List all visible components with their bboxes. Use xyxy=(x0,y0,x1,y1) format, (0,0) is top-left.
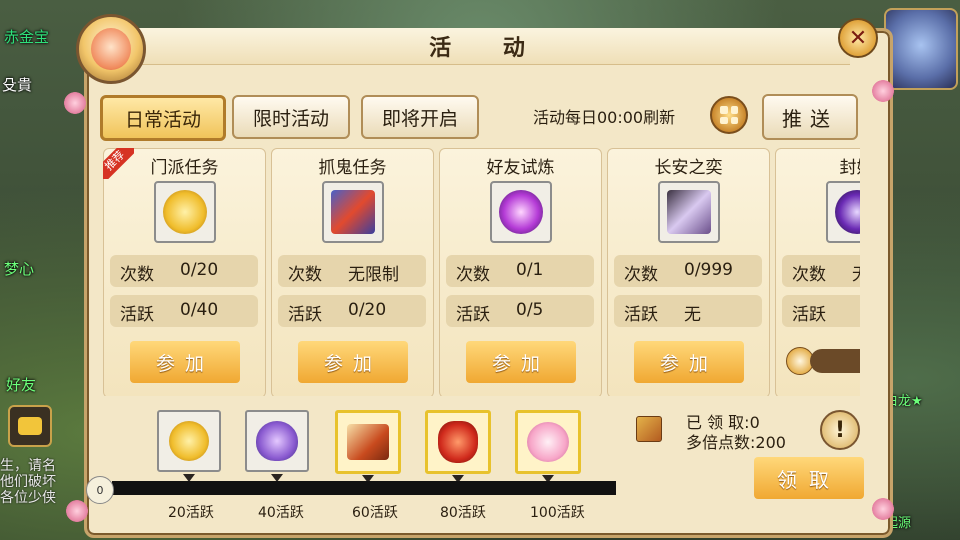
multiplier-points: 多倍点数:200 xyxy=(686,433,786,452)
chat-icon[interactable] xyxy=(8,405,52,447)
bg-text-1: 殳貴 xyxy=(2,76,33,94)
activity-card-list[interactable]: 推荐 门派任务 次数 0/20 活跃 0/40 参加 抓鬼任务 次数 无限制 活跃 0/… xyxy=(103,148,860,396)
active-row: 活跃 0/5 xyxy=(446,295,594,327)
reward-red-bag-icon[interactable] xyxy=(425,410,491,483)
grid-menu-icon[interactable] xyxy=(710,96,748,134)
ghost-card-icon[interactable] xyxy=(322,181,384,243)
multiplier-gift-icon xyxy=(636,416,662,442)
bg-text-3: 好友 xyxy=(6,376,37,394)
active-row: 活跃 0/40 xyxy=(110,295,258,327)
chat-line: 生，请名 xyxy=(0,458,56,474)
panel-emblem-icon xyxy=(76,14,146,84)
card-title: 长安之奕 xyxy=(654,158,723,178)
milestone-label: 20活跃 xyxy=(168,505,214,521)
tab-upcoming[interactable]: 即将开启 xyxy=(361,95,479,139)
tab-limited-activity[interactable]: 限时活动 xyxy=(232,95,350,139)
join-button[interactable]: 参加 xyxy=(298,341,408,383)
coin-icon[interactable] xyxy=(154,181,216,243)
reward-pig-icon[interactable] xyxy=(515,410,581,483)
activity-card: 封妖 次数无 活跃 xyxy=(775,148,860,396)
card-title: 抓鬼任务 xyxy=(318,158,387,178)
milestone-label: 60活跃 xyxy=(352,505,398,521)
chess-spirit-icon[interactable] xyxy=(658,181,720,243)
milestone-label: 80活跃 xyxy=(440,505,486,521)
active-row: 活跃 0/20 xyxy=(278,295,426,327)
count-row: 次数 0/999 xyxy=(614,255,762,287)
timer-bar xyxy=(810,349,860,373)
join-button[interactable]: 参加 xyxy=(466,341,576,383)
claim-button[interactable]: 领取 xyxy=(754,457,864,499)
count-row: 次数 无限制 xyxy=(278,255,426,287)
flower-decoration-icon xyxy=(66,500,88,522)
card-title: 门派任务 xyxy=(150,158,219,178)
join-button[interactable]: 参加 xyxy=(634,341,744,383)
close-button[interactable]: ✕ xyxy=(838,18,878,58)
tab-daily-activity[interactable]: 日常活动 xyxy=(100,95,226,141)
flower-decoration-icon xyxy=(872,498,894,520)
milestone-label: 100活跃 xyxy=(530,505,585,521)
flower-decoration-icon xyxy=(872,80,894,102)
progress-value: 0 xyxy=(86,476,114,504)
active-row: 活跃无 xyxy=(614,295,762,327)
join-button[interactable]: 参加 xyxy=(130,341,240,383)
chat-line: 他们破坏 xyxy=(0,474,56,490)
reward-purple-pouch-icon[interactable] xyxy=(245,410,309,482)
refresh-time-text: 活动每日00:00刷新 xyxy=(533,108,676,127)
flower-decoration-icon xyxy=(64,92,86,114)
count-row: 次数 0/1 xyxy=(446,255,594,287)
reward-scroll-icon[interactable] xyxy=(335,410,401,483)
count-row: 次数 0/20 xyxy=(110,255,258,287)
active-row: 活跃 xyxy=(782,295,860,327)
activity-card: 好友试炼 次数 0/1 活跃 0/5 参加 xyxy=(439,148,602,396)
activity-card: 推荐 门派任务 次数 0/20 活跃 0/40 参加 xyxy=(103,148,266,396)
purple-orb-icon[interactable] xyxy=(490,181,552,243)
bg-player-name: 赤金宝 xyxy=(4,28,50,46)
count-row: 次数无 xyxy=(782,255,860,287)
activity-card: 长安之奕 次数 0/999 活跃无 参加 xyxy=(607,148,770,396)
card-title: 好友试炼 xyxy=(486,158,555,178)
activity-progress-bar xyxy=(112,481,616,495)
title-bar: 活 动 xyxy=(126,28,850,65)
push-button[interactable]: 推送 xyxy=(762,94,858,140)
player-avatar[interactable] xyxy=(884,8,958,90)
card-title: 封妖 xyxy=(839,158,861,178)
reward-coin-icon[interactable] xyxy=(157,410,221,482)
seal-icon[interactable] xyxy=(826,181,860,243)
info-button[interactable]: ! xyxy=(820,410,860,450)
bg-text-2: 梦心 xyxy=(4,260,35,278)
milestone-label: 40活跃 xyxy=(258,505,304,521)
panel-title: 活 动 xyxy=(429,36,547,61)
activity-card: 抓鬼任务 次数 无限制 活跃 0/20 参加 xyxy=(271,148,434,396)
